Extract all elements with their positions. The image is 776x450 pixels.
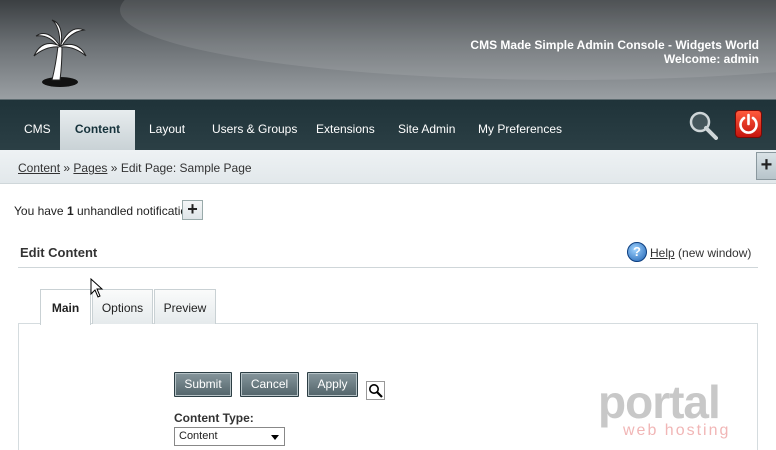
preview-magnifier-icon[interactable] — [366, 381, 385, 400]
submit-button[interactable]: Submit — [174, 372, 232, 397]
help-link-suffix: (new window) — [678, 246, 752, 260]
shortcuts-toggle-button[interactable]: + — [756, 152, 776, 180]
nav-item-extensions[interactable]: Extensions — [316, 100, 375, 150]
apply-button[interactable]: Apply — [307, 372, 358, 397]
content-type-value: Content — [179, 430, 218, 442]
header-info: CMS Made Simple Admin Console - Widgets … — [470, 38, 759, 66]
breadcrumb-current: Edit Page: Sample Page — [120, 161, 252, 175]
portal-watermark: portal web hosting — [598, 376, 728, 439]
chevron-down-icon — [271, 435, 279, 440]
content-type-select[interactable]: Content — [174, 427, 285, 446]
tab-main[interactable]: Main — [40, 289, 91, 325]
watermark-subtitle: web hosting — [623, 422, 731, 439]
notification-prefix: You have — [14, 204, 64, 218]
nav-item-layout[interactable]: Layout — [149, 100, 185, 150]
logout-power-icon[interactable] — [735, 110, 762, 138]
breadcrumb-bar: Content » Pages » Edit Page: Sample Page — [0, 150, 776, 184]
nav-item-cms[interactable]: CMS — [24, 100, 51, 150]
watermark-logo-text: portal — [598, 376, 721, 428]
welcome-user: Welcome: admin — [663, 52, 759, 66]
nav-item-site-admin[interactable]: Site Admin — [398, 100, 455, 150]
tab-preview[interactable]: Preview — [154, 289, 216, 324]
palm-tree-logo-icon — [33, 19, 87, 87]
help-link[interactable]: Help — [650, 246, 675, 260]
notification-suffix: unhandled notification — [76, 204, 194, 218]
breadcrumb-content-link[interactable]: Content — [18, 161, 60, 175]
title-divider — [18, 267, 758, 268]
breadcrumb: Content » Pages » Edit Page: Sample Page — [18, 161, 252, 175]
mouse-cursor-icon — [90, 278, 104, 298]
help-icon[interactable]: ? — [627, 242, 647, 262]
console-title: CMS Made Simple Admin Console - Widgets … — [470, 38, 759, 52]
main-nav: CMS Content Layout Users & Groups Extens… — [0, 99, 776, 150]
nav-item-users-groups[interactable]: Users & Groups — [212, 100, 297, 150]
breadcrumb-pages-link[interactable]: Pages — [73, 161, 107, 175]
notification-text: You have 1 unhandled notification — [14, 204, 194, 218]
search-icon[interactable] — [688, 110, 718, 140]
expand-notifications-button[interactable]: + — [182, 200, 203, 220]
page-title: Edit Content — [20, 245, 98, 260]
nav-item-content[interactable]: Content — [60, 110, 135, 150]
cancel-button[interactable]: Cancel — [240, 372, 299, 397]
notification-count: 1 — [66, 204, 74, 218]
breadcrumb-separator: » — [110, 161, 118, 175]
header-banner: CMS Made Simple Admin Console - Widgets … — [0, 0, 776, 99]
nav-item-my-preferences[interactable]: My Preferences — [478, 100, 562, 150]
content-type-label: Content Type: — [174, 411, 254, 425]
help-link-group: Help (new window) — [650, 246, 751, 260]
breadcrumb-separator: » — [63, 161, 71, 175]
